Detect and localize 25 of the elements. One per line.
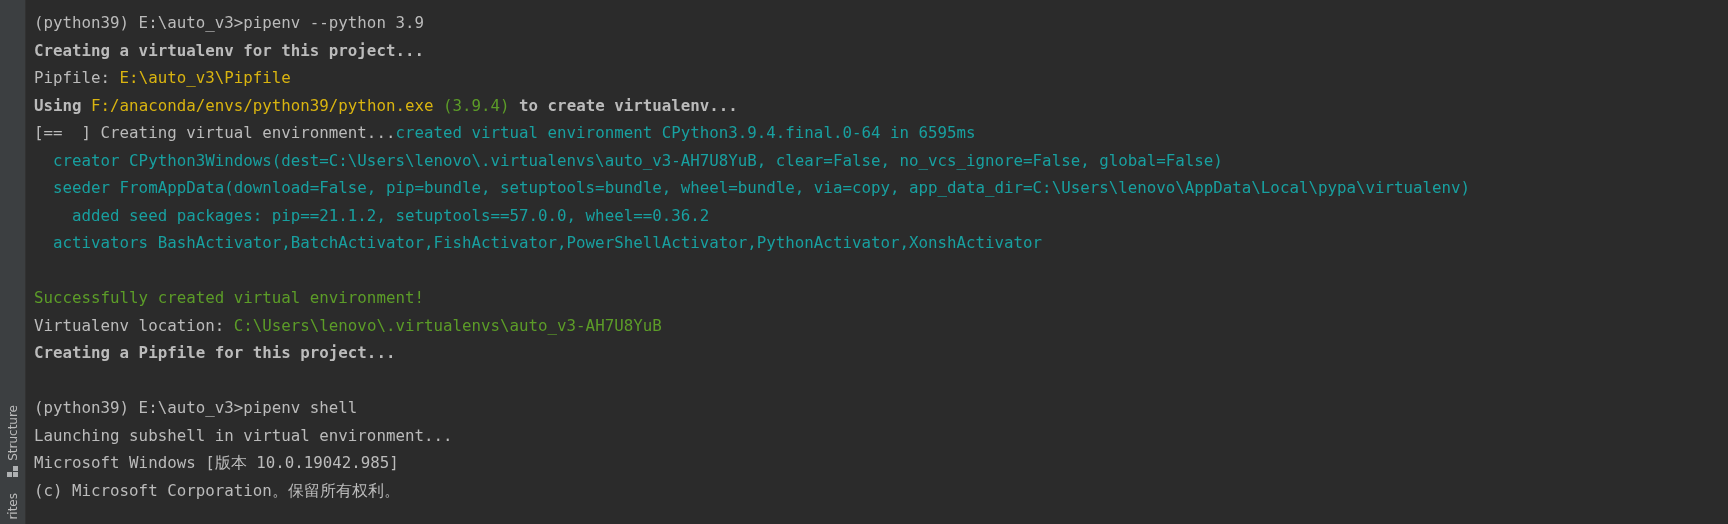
- terminal-text: Using: [34, 95, 83, 115]
- terminal-text: Creating a Pipfile for this project...: [34, 343, 396, 362]
- structure-icon: [6, 466, 19, 478]
- terminal-text: (c) Microsoft Corporation。保留所有权利。: [34, 480, 400, 500]
- terminal-text: (python39) E:\auto_v3>pipenv --python 3.9: [34, 13, 424, 32]
- terminal-text: added seed packages: pip==21.1.2, setuptools==57.0.0, wheel==0.36.2: [71, 205, 710, 225]
- terminal-text: Pipfile:: [34, 68, 112, 87]
- terminal-text: to create virtualenv...: [518, 95, 738, 115]
- terminal-text: (3.9.4): [441, 95, 510, 115]
- terminal-text: creator CPython3Windows(dest=C:\Users\lenovo\.virtualenvs\auto_v3-AH7U8YuB, clear=False, no_vcs_ignore=False, global=False): [52, 150, 1223, 170]
- terminal-text: (python39) E:\auto_v3>pipenv shell: [34, 398, 358, 417]
- terminal-text: Microsoft Windows [版本 10.0.19042.985]: [34, 453, 399, 472]
- terminal-text: Virtualenv location:: [34, 315, 226, 335]
- terminal-text: F:/anaconda/envs/python39/python.exe: [91, 95, 434, 115]
- terminal-text: C:\Users\lenovo\.virtualenvs\auto_v3-AH7U8YuB: [233, 315, 662, 335]
- terminal-text: Successfully created virtual environment!: [34, 288, 424, 307]
- terminal-text: Launching subshell in virtual environment...: [34, 425, 453, 445]
- terminal-text: E:\auto_v3\Pipfile: [119, 68, 291, 87]
- tool-window-tab[interactable]: rites: [5, 493, 20, 524]
- terminal-text: seeder FromAppData(download=False, pip=bundle, setuptools=bundle, wheel=bundle, via=copy, app_data_dir=C:\Users\lenovo\AppData\Local\pypa\virtualenv): [52, 178, 1471, 197]
- terminal-text: activators BashActivator,BatchActivator,FishActivator,PowerShellActivator,PythonActivator,XonshActivator: [52, 233, 1043, 252]
- terminal-text: Creating a virtualenv for this project...: [34, 40, 424, 60]
- terminal-text: [== ] Creating virtual environment...: [34, 123, 396, 142]
- tool-window-tab[interactable]: Structure: [5, 400, 20, 465]
- terminal-text: created virtual environment CPython3.9.4.final.0-64 in 6595ms: [395, 123, 976, 142]
